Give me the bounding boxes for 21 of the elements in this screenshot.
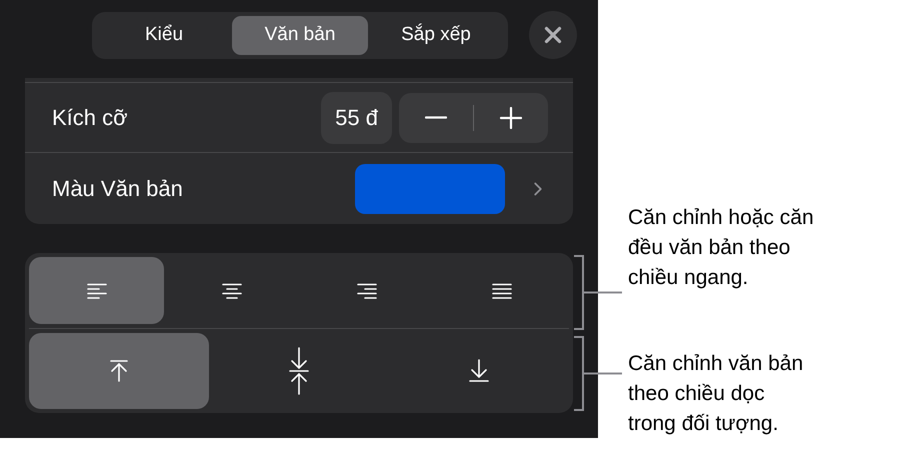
callout-text: Căn chỉnh văn bản theo chiều dọc trong đối tượng. [628,351,804,437]
align-center-icon [222,282,242,298]
tab[interactable]: Kiểu [96,16,232,54]
vertical-align-button[interactable] [29,333,209,409]
align-justify-icon [492,282,512,298]
align-left-icon [86,282,106,298]
align-right-icon [356,282,376,298]
color-swatch[interactable] [355,164,505,214]
plus-icon [500,106,522,128]
horizontal-align-button[interactable] [29,257,164,324]
tab[interactable]: Văn bản [232,16,368,54]
text-color-label: Màu Văn bản [52,175,184,203]
align-bottom-icon [468,359,490,383]
callout-text: Căn chỉnh hoặc căn đều văn bản theo chiều ngang. [628,205,814,291]
tab[interactable]: Sắp xếp [368,16,504,54]
size-value[interactable]: 55 đ [321,92,392,144]
close-button[interactable] [529,11,577,59]
size-label: Kích cỡ [52,104,129,132]
align-middle-icon [288,347,310,395]
align-top-icon [108,359,130,383]
minus-icon [425,116,447,119]
